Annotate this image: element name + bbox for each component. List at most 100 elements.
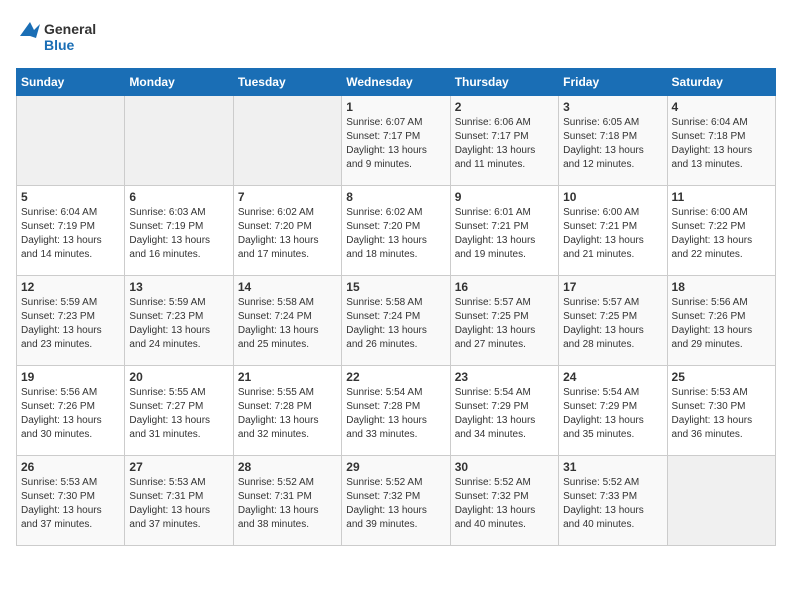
calendar-cell: 21 Sunrise: 5:55 AM Sunset: 7:28 PM Dayli… <box>233 366 341 456</box>
day-info: Sunrise: 6:02 AM Sunset: 7:20 PM Dayligh… <box>238 206 337 262</box>
day-number: 31 <box>563 460 662 474</box>
day-number: 18 <box>672 280 771 294</box>
day-info: Sunrise: 5:54 AM Sunset: 7:28 PM Dayligh… <box>346 386 445 442</box>
day-number: 13 <box>129 280 228 294</box>
day-info: Sunrise: 5:54 AM Sunset: 7:29 PM Dayligh… <box>455 386 554 442</box>
calendar-cell <box>125 96 233 186</box>
calendar-week-row: 19 Sunrise: 5:56 AM Sunset: 7:26 PM Dayli… <box>17 366 776 456</box>
calendar-cell: 7 Sunrise: 6:02 AM Sunset: 7:20 PM Daylig… <box>233 186 341 276</box>
calendar-cell: 8 Sunrise: 6:02 AM Sunset: 7:20 PM Daylig… <box>342 186 450 276</box>
day-number: 19 <box>21 370 120 384</box>
day-info: Sunrise: 5:53 AM Sunset: 7:31 PM Dayligh… <box>129 476 228 532</box>
day-number: 25 <box>672 370 771 384</box>
day-header-friday: Friday <box>559 69 667 96</box>
calendar-cell: 26 Sunrise: 5:53 AM Sunset: 7:30 PM Dayli… <box>17 456 125 546</box>
day-info: Sunrise: 6:07 AM Sunset: 7:17 PM Dayligh… <box>346 116 445 172</box>
calendar-cell: 30 Sunrise: 5:52 AM Sunset: 7:32 PM Dayli… <box>450 456 558 546</box>
day-header-sunday: Sunday <box>17 69 125 96</box>
calendar-week-row: 5Sunrise: 6:04 AM Sunset: 7:19 PM Daylig… <box>17 186 776 276</box>
calendar-cell: 18Sunrise: 5:56 AM Sunset: 7:26 PM Dayli… <box>667 276 775 366</box>
day-number: 3 <box>563 100 662 114</box>
calendar-cell: 1Sunrise: 6:07 AM Sunset: 7:17 PM Daylig… <box>342 96 450 186</box>
calendar-cell: 11Sunrise: 6:00 AM Sunset: 7:22 PM Dayli… <box>667 186 775 276</box>
day-number: 5 <box>21 190 120 204</box>
calendar-cell <box>17 96 125 186</box>
day-header-wednesday: Wednesday <box>342 69 450 96</box>
calendar-cell: 6Sunrise: 6:03 AM Sunset: 7:19 PM Daylig… <box>125 186 233 276</box>
calendar-cell: 12 Sunrise: 5:59 AM Sunset: 7:23 PM Dayli… <box>17 276 125 366</box>
day-info: Sunrise: 5:59 AM Sunset: 7:23 PM Dayligh… <box>129 296 228 352</box>
day-header-tuesday: Tuesday <box>233 69 341 96</box>
day-number: 11 <box>672 190 771 204</box>
calendar-cell: 28 Sunrise: 5:52 AM Sunset: 7:31 PM Dayli… <box>233 456 341 546</box>
calendar-cell: 16 Sunrise: 5:57 AM Sunset: 7:25 PM Dayli… <box>450 276 558 366</box>
day-number: 22 <box>346 370 445 384</box>
day-number: 7 <box>238 190 337 204</box>
calendar-cell: 10 Sunrise: 6:00 AM Sunset: 7:21 PM Dayli… <box>559 186 667 276</box>
calendar-cell: 24 Sunrise: 5:54 AM Sunset: 7:29 PM Dayli… <box>559 366 667 456</box>
svg-text:General: General <box>44 21 96 37</box>
day-number: 29 <box>346 460 445 474</box>
day-info: Sunrise: 5:55 AM Sunset: 7:27 PM Dayligh… <box>129 386 228 442</box>
day-info: Sunrise: 6:04 AM Sunset: 7:18 PM Dayligh… <box>672 116 771 172</box>
day-number: 20 <box>129 370 228 384</box>
logo: GeneralBlue <box>16 16 106 56</box>
day-info: Sunrise: 6:03 AM Sunset: 7:19 PM Dayligh… <box>129 206 228 262</box>
calendar-cell: 17Sunrise: 5:57 AM Sunset: 7:25 PM Dayli… <box>559 276 667 366</box>
day-number: 30 <box>455 460 554 474</box>
calendar-cell <box>233 96 341 186</box>
day-number: 12 <box>21 280 120 294</box>
day-info: Sunrise: 5:53 AM Sunset: 7:30 PM Dayligh… <box>672 386 771 442</box>
calendar-table: SundayMondayTuesdayWednesdayThursdayFrid… <box>16 68 776 546</box>
calendar-cell: 19 Sunrise: 5:56 AM Sunset: 7:26 PM Dayli… <box>17 366 125 456</box>
day-number: 28 <box>238 460 337 474</box>
day-number: 17 <box>563 280 662 294</box>
calendar-cell: 5Sunrise: 6:04 AM Sunset: 7:19 PM Daylig… <box>17 186 125 276</box>
calendar-week-row: 26 Sunrise: 5:53 AM Sunset: 7:30 PM Dayli… <box>17 456 776 546</box>
day-info: Sunrise: 5:59 AM Sunset: 7:23 PM Dayligh… <box>21 296 120 352</box>
day-number: 10 <box>563 190 662 204</box>
day-info: Sunrise: 5:57 AM Sunset: 7:25 PM Dayligh… <box>455 296 554 352</box>
day-number: 21 <box>238 370 337 384</box>
day-info: Sunrise: 6:05 AM Sunset: 7:18 PM Dayligh… <box>563 116 662 172</box>
calendar-cell: 14 Sunrise: 5:58 AM Sunset: 7:24 PM Dayli… <box>233 276 341 366</box>
day-header-monday: Monday <box>125 69 233 96</box>
day-info: Sunrise: 5:56 AM Sunset: 7:26 PM Dayligh… <box>21 386 120 442</box>
day-info: Sunrise: 5:52 AM Sunset: 7:33 PM Dayligh… <box>563 476 662 532</box>
calendar-cell: 23 Sunrise: 5:54 AM Sunset: 7:29 PM Dayli… <box>450 366 558 456</box>
day-number: 2 <box>455 100 554 114</box>
day-info: Sunrise: 6:00 AM Sunset: 7:21 PM Dayligh… <box>563 206 662 262</box>
day-number: 23 <box>455 370 554 384</box>
day-number: 24 <box>563 370 662 384</box>
day-number: 26 <box>21 460 120 474</box>
svg-text:Blue: Blue <box>44 37 75 53</box>
day-info: Sunrise: 6:01 AM Sunset: 7:21 PM Dayligh… <box>455 206 554 262</box>
day-info: Sunrise: 6:02 AM Sunset: 7:20 PM Dayligh… <box>346 206 445 262</box>
calendar-cell: 25 Sunrise: 5:53 AM Sunset: 7:30 PM Dayli… <box>667 366 775 456</box>
day-number: 8 <box>346 190 445 204</box>
day-info: Sunrise: 5:58 AM Sunset: 7:24 PM Dayligh… <box>346 296 445 352</box>
day-number: 15 <box>346 280 445 294</box>
logo-svg: GeneralBlue <box>16 16 106 56</box>
day-info: Sunrise: 5:55 AM Sunset: 7:28 PM Dayligh… <box>238 386 337 442</box>
day-number: 4 <box>672 100 771 114</box>
day-number: 16 <box>455 280 554 294</box>
calendar-week-row: 12 Sunrise: 5:59 AM Sunset: 7:23 PM Dayli… <box>17 276 776 366</box>
day-info: Sunrise: 5:54 AM Sunset: 7:29 PM Dayligh… <box>563 386 662 442</box>
page-header: GeneralBlue <box>16 16 776 56</box>
day-header-thursday: Thursday <box>450 69 558 96</box>
day-info: Sunrise: 5:53 AM Sunset: 7:30 PM Dayligh… <box>21 476 120 532</box>
calendar-cell: 13 Sunrise: 5:59 AM Sunset: 7:23 PM Dayli… <box>125 276 233 366</box>
day-number: 14 <box>238 280 337 294</box>
day-info: Sunrise: 5:52 AM Sunset: 7:32 PM Dayligh… <box>455 476 554 532</box>
day-number: 27 <box>129 460 228 474</box>
day-number: 9 <box>455 190 554 204</box>
calendar-cell: 15 Sunrise: 5:58 AM Sunset: 7:24 PM Dayli… <box>342 276 450 366</box>
calendar-header-row: SundayMondayTuesdayWednesdayThursdayFrid… <box>17 69 776 96</box>
calendar-cell: 9 Sunrise: 6:01 AM Sunset: 7:21 PM Daylig… <box>450 186 558 276</box>
calendar-cell: 3 Sunrise: 6:05 AM Sunset: 7:18 PM Daylig… <box>559 96 667 186</box>
day-info: Sunrise: 5:52 AM Sunset: 7:31 PM Dayligh… <box>238 476 337 532</box>
calendar-cell: 22 Sunrise: 5:54 AM Sunset: 7:28 PM Dayli… <box>342 366 450 456</box>
day-info: Sunrise: 5:58 AM Sunset: 7:24 PM Dayligh… <box>238 296 337 352</box>
calendar-cell: 31 Sunrise: 5:52 AM Sunset: 7:33 PM Dayli… <box>559 456 667 546</box>
